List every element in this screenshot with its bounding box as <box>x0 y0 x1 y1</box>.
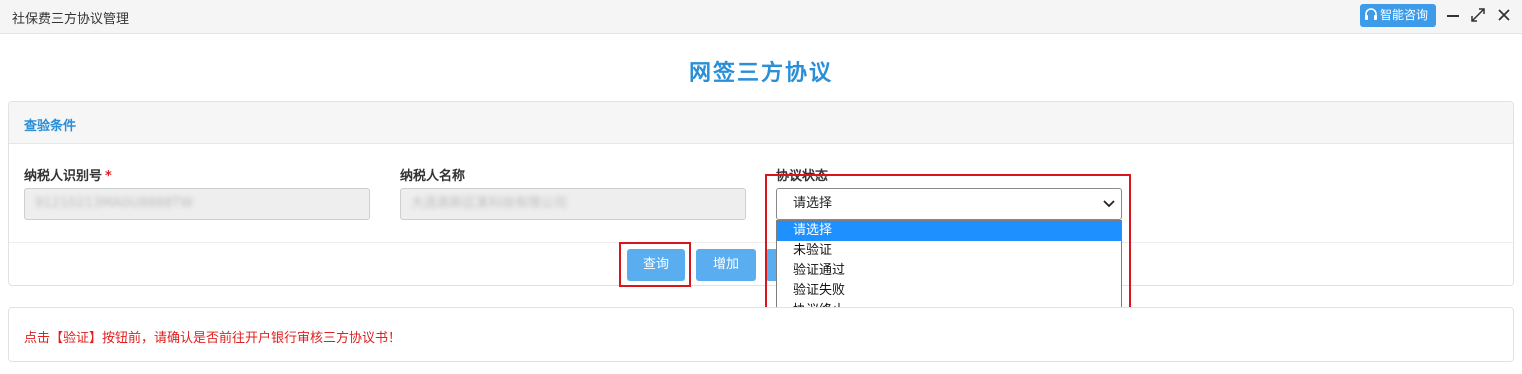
headset-icon <box>1365 8 1377 20</box>
ai-consult-button[interactable]: 智能咨询 <box>1360 4 1436 27</box>
close-icon[interactable] <box>1495 6 1513 24</box>
taxpayer-name-label: 纳税人名称 <box>400 169 466 184</box>
taxpayer-name-input[interactable]: 大连高新区某科技有限公司 <box>400 188 746 220</box>
taxpayer-id-label: 纳税人识别号 * <box>24 169 112 184</box>
minimize-icon[interactable] <box>1444 6 1462 24</box>
panel-divider <box>9 242 1513 243</box>
query-panel-header: 查验条件 <box>9 102 1513 144</box>
taxpayer-id-value: 91210213MA0U8888TW <box>35 196 193 211</box>
window-titlebar: 社保费三方协议管理 智能咨询 <box>0 0 1522 34</box>
status-dropdown-highlight-box <box>765 174 1131 328</box>
taxpayer-id-input[interactable]: 91210213MA0U8888TW <box>24 188 370 220</box>
notice-panel: 点击【验证】按钮前，请确认是否前往开户银行审核三方协议书！ <box>8 307 1514 362</box>
ai-consult-label: 智能咨询 <box>1380 8 1429 22</box>
query-button-highlight-box <box>619 242 691 287</box>
required-mark: * <box>105 169 112 184</box>
notice-text: 点击【验证】按钮前，请确认是否前往开户银行审核三方协议书！ <box>24 331 402 346</box>
page-title: 网签三方协议 <box>688 61 833 86</box>
window-title: 社保费三方协议管理 <box>12 12 130 27</box>
add-button[interactable]: 增加 <box>696 249 756 281</box>
query-panel-title: 查验条件 <box>24 119 77 134</box>
maximize-icon[interactable] <box>1469 6 1487 24</box>
taxpayer-name-value: 大连高新区某科技有限公司 <box>411 196 568 211</box>
